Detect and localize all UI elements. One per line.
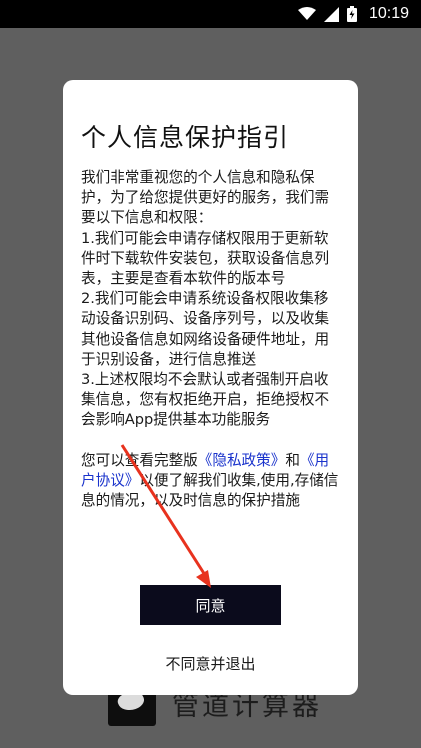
decline-exit-button[interactable]: 不同意并退出 [63, 648, 358, 678]
agree-button[interactable]: 同意 [140, 585, 281, 625]
dialog-intro: 我们非常重视您的个人信息和隐私保护，为了给您提供更好的服务，我们需要以下信息和权… [81, 169, 330, 227]
battery-icon [346, 6, 357, 22]
dialog-title: 个人信息保护指引 [81, 123, 290, 152]
privacy-policy-link[interactable]: 《隐私政策》 [198, 452, 286, 469]
outro-text-1: 您可以查看完整版 [81, 451, 198, 469]
status-bar: 10:19 [0, 0, 421, 28]
wifi-icon [297, 7, 316, 21]
dialog-outro: 您可以查看完整版《隐私政策》和《用户协议》以便了解我们收集,使用,存储信息的情况… [81, 451, 343, 512]
dialog-item-2: 2.我们可能会申请系统设备权限收集移动设备识别码、设备序列号，以及收集其他设备信… [81, 290, 330, 368]
status-time: 10:19 [368, 5, 409, 22]
dialog-item-1: 1.我们可能会申请存储权限用于更新软件时下载软件安装包，获取设备信息列表，主要是… [81, 229, 330, 288]
signal-icon [323, 6, 339, 22]
privacy-dialog: 个人信息保护指引 我们非常重视您的个人信息和隐私保护，为了给您提供更好的服务，我… [63, 80, 358, 695]
dialog-body: 我们非常重视您的个人信息和隐私保护，为了给您提供更好的服务，我们需要以下信息和权… [81, 168, 343, 511]
outro-text-2: 和 [285, 451, 300, 469]
dialog-item-3: 3.上述权限均不会默认或者强制开启收集信息，您有权拒绝开启，拒绝授权不会影响Ap… [81, 371, 330, 429]
